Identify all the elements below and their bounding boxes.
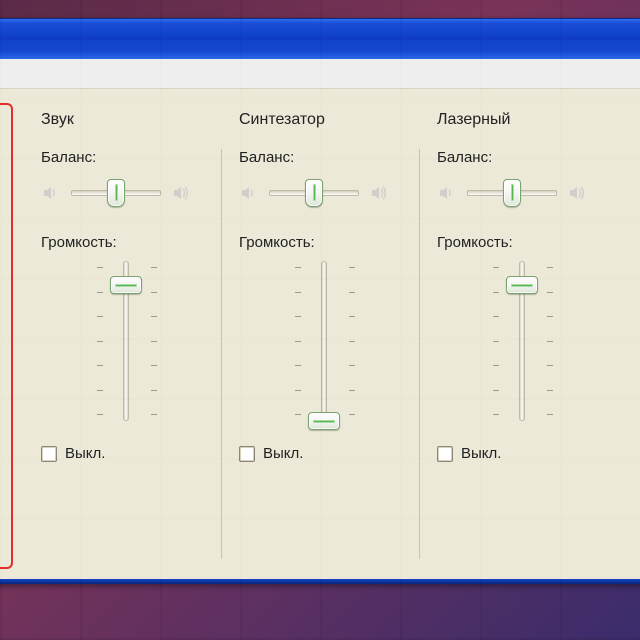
volume-label: Громкость:	[437, 234, 607, 251]
balance-slider[interactable]	[71, 190, 161, 196]
mute-checkbox[interactable]	[437, 446, 453, 462]
mute-toggle[interactable]: Выкл.	[239, 445, 409, 462]
balance-label: Баланс:	[239, 149, 409, 166]
balance-slider-thumb[interactable]	[503, 179, 521, 207]
speaker-left-icon	[41, 183, 61, 203]
balance-control	[437, 176, 607, 210]
volume-slider[interactable]	[317, 261, 331, 421]
menubar[interactable]: ка	[0, 59, 640, 89]
volume-label: Громкость:	[41, 234, 211, 251]
volume-slider[interactable]	[515, 261, 529, 421]
volume-slider-thumb[interactable]	[308, 412, 340, 430]
balance-label: Баланс:	[437, 149, 607, 166]
titlebar[interactable]: сть	[0, 19, 640, 59]
volume-slider[interactable]	[119, 261, 133, 421]
master-channel-outline	[0, 103, 13, 569]
window-bottom-frame	[0, 579, 640, 583]
volume-slider-thumb[interactable]	[506, 276, 538, 294]
channel-title: Синтезатор	[239, 111, 409, 129]
mute-toggle[interactable]: Выкл.	[41, 445, 211, 462]
mute-toggle[interactable]: Выкл.	[437, 445, 607, 462]
mute-checkbox[interactable]	[41, 446, 57, 462]
window-body: Звук Баланс: Громкос	[0, 89, 640, 583]
desktop-backdrop: сть ка Звук Баланс:	[0, 0, 640, 640]
channel-title: Лазерный	[437, 111, 607, 129]
channel-title: Звук	[41, 111, 211, 129]
speaker-left-icon	[239, 183, 259, 203]
mute-checkbox[interactable]	[239, 446, 255, 462]
mute-label: Выкл.	[263, 445, 303, 462]
balance-slider[interactable]	[467, 190, 557, 196]
volume-slider-thumb[interactable]	[110, 276, 142, 294]
balance-slider[interactable]	[269, 190, 359, 196]
mute-label: Выкл.	[461, 445, 501, 462]
speaker-right-icon	[369, 183, 389, 203]
balance-control	[239, 176, 409, 210]
volume-control-window: сть ка Звук Баланс:	[0, 18, 640, 584]
balance-slider-thumb[interactable]	[305, 179, 323, 207]
channel-lazernyy: Лазерный Баланс: Гро	[419, 103, 617, 569]
balance-slider-thumb[interactable]	[107, 179, 125, 207]
speaker-left-icon	[437, 183, 457, 203]
speaker-right-icon	[171, 183, 191, 203]
channel-sintezator: Синтезатор Баланс: Г	[221, 103, 419, 569]
channels-row: Звук Баланс: Громкос	[13, 103, 631, 569]
volume-label: Громкость:	[239, 234, 409, 251]
channel-zvuk: Звук Баланс: Громкос	[23, 103, 221, 569]
balance-label: Баланс:	[41, 149, 211, 166]
speaker-right-icon	[567, 183, 587, 203]
mute-label: Выкл.	[65, 445, 105, 462]
balance-control	[41, 176, 211, 210]
